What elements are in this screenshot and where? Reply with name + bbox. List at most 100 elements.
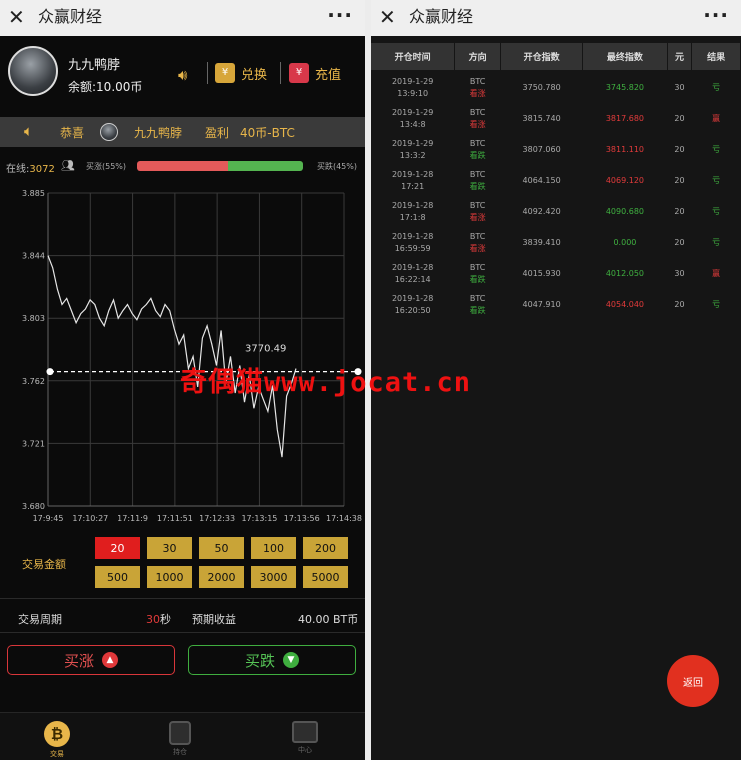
cell-amount: 20: [674, 144, 685, 154]
amount-option[interactable]: 3000: [251, 566, 296, 588]
y-tick-label: 3.885: [22, 189, 45, 198]
tab-positions-label: 持仓: [173, 748, 187, 756]
cell-result: 赢: [712, 113, 721, 123]
more-icon[interactable]: ···: [703, 3, 729, 27]
amount-option[interactable]: 1000: [147, 566, 192, 588]
buy-up-button[interactable]: 买涨 ▲: [7, 645, 175, 675]
cell-direction: BTC 看跌: [455, 289, 500, 320]
tab-center-label: 中心: [298, 746, 312, 754]
cell-asset: BTC: [469, 293, 486, 303]
price-line: [47, 255, 297, 458]
cell-amount: 30: [674, 268, 685, 278]
cell-result: 亏: [712, 175, 721, 185]
close-icon[interactable]: ✕: [8, 4, 25, 30]
x-tick-label: 17:10:27: [72, 514, 108, 523]
tab-trade[interactable]: ₿ 交易: [27, 721, 87, 759]
cell-asset: BTC: [469, 76, 486, 86]
cell-open-index: 3750.780: [522, 82, 561, 92]
speaker-icon[interactable]: 🔊︎: [178, 66, 198, 84]
buy-down-label: 买跌: [244, 651, 275, 670]
cell-open-time: 2019-1-28 16:20:50: [371, 289, 454, 320]
cell-open-time: 2019-1-29 13:9:10: [371, 72, 454, 103]
coins-icon: [169, 721, 191, 745]
bottom-tab-bar: ₿ 交易 持仓 中心: [0, 712, 365, 760]
notice-congrats: 恭喜: [60, 126, 85, 140]
cell-final-index: 4090.680: [605, 206, 644, 216]
amount-option[interactable]: 20: [95, 537, 140, 559]
wallet-icon: [292, 721, 318, 743]
amount-option[interactable]: 100: [251, 537, 296, 559]
close-icon[interactable]: ✕: [379, 4, 396, 30]
cell-direction: BTC 看涨: [455, 72, 500, 103]
amount-option[interactable]: 200: [303, 537, 348, 559]
cell-result: 亏: [712, 82, 721, 92]
recharge-label: 充值: [315, 67, 342, 83]
cell-asset: BTC: [469, 138, 486, 148]
amount-option[interactable]: 30: [147, 537, 192, 559]
table-row: 2019-1-29 13:3:2 BTC 看跌 3807.060 3811.110 20 亏: [371, 134, 741, 165]
amount-option[interactable]: 5000: [303, 566, 348, 588]
back-button[interactable]: 返回: [667, 655, 719, 707]
online-count: 在线:3072: [6, 160, 55, 175]
cell-result: 亏: [712, 206, 721, 216]
recharge-button[interactable]: 充值: [289, 60, 341, 86]
chevron-down-icon: ▼: [283, 652, 299, 668]
cell-open-index: 4047.910: [522, 299, 561, 309]
period-unit: 秒: [160, 613, 171, 626]
x-tick-label: 17:13:56: [284, 514, 320, 523]
cell-date: 2019-1-28: [391, 169, 434, 179]
header-final-index: 最终指数: [583, 43, 667, 70]
period-value: 30秒: [146, 611, 171, 627]
cell-direction: BTC 看涨: [455, 227, 500, 258]
cell-final-index: 3817.680: [605, 113, 644, 123]
cell-direction: BTC 看跌: [455, 165, 500, 196]
cell-amount: 20: [674, 206, 685, 216]
gift-icon: [289, 63, 309, 83]
current-price-marker: [46, 368, 54, 376]
watermark: 奇偶猫www.jocat.cn: [180, 360, 471, 399]
exchange-button[interactable]: 兑换: [215, 60, 267, 86]
cell-direction: BTC 看涨: [455, 196, 500, 227]
sentiment-down-fill: [228, 161, 303, 171]
cell-time: 13:4:8: [399, 119, 426, 129]
buy-up-percent: 买涨(55%): [86, 162, 127, 171]
cell-dir: 看跌: [469, 305, 486, 315]
cell-dir: 看跌: [469, 274, 486, 284]
cell-time: 17:21: [401, 181, 425, 191]
current-price-label: 3770.49: [245, 344, 286, 355]
cell-time: 13:3:2: [399, 150, 426, 160]
amount-option[interactable]: 500: [95, 566, 140, 588]
gift-icon: [215, 63, 235, 83]
divider: [207, 62, 208, 84]
cell-open-time: 2019-1-28 17:1:8: [371, 196, 454, 227]
buy-down-button[interactable]: 买跌 ▼: [188, 645, 356, 675]
x-tick-label: 17:14:38: [326, 514, 362, 523]
cell-dir: 看涨: [469, 88, 486, 98]
more-icon[interactable]: ···: [327, 3, 353, 27]
y-tick-label: 3.762: [22, 377, 45, 386]
table-row: 2019-1-28 17:1:8 BTC 看涨 4092.420 4090.680 20 亏: [371, 196, 741, 227]
table-row: 2019-1-28 17:21 BTC 看跌 4064.150 4069.120 20 亏: [371, 165, 741, 196]
cell-open-index: 4015.930: [522, 268, 561, 278]
profit-notice: 🔈︎ 恭喜 九九鸭脖 盈利 40币-BTC: [0, 117, 365, 147]
amount-option[interactable]: 50: [199, 537, 244, 559]
tab-center[interactable]: 中心: [275, 721, 335, 755]
online-label: 在线:: [6, 164, 30, 175]
amount-option[interactable]: 2000: [199, 566, 244, 588]
cell-date: 2019-1-28: [391, 231, 434, 241]
table-row: 2019-1-28 16:22:14 BTC 看跌 4015.930 4012.050 30…: [371, 258, 741, 289]
sentiment-bar: [137, 161, 303, 171]
watermark-cn: 奇偶猫: [180, 367, 264, 398]
cell-result: 亏: [712, 144, 721, 154]
tab-positions[interactable]: 持仓: [150, 721, 210, 757]
cell-final-index: 4054.040: [605, 299, 644, 309]
cell-open-time: 2019-1-28 16:22:14: [371, 258, 454, 289]
bitcoin-icon: ₿: [44, 721, 70, 747]
avatar[interactable]: [8, 46, 58, 96]
app-title: 众赢财经: [38, 7, 103, 26]
x-tick-label: 17:9:45: [33, 514, 64, 523]
watermark-url: www.jocat.cn: [264, 367, 472, 398]
cell-direction: BTC 看跌: [455, 134, 500, 165]
buy-up-label: 买涨: [63, 651, 94, 670]
price-chart: 3.885 3.844 3.803 3.762 3.721 3.680 17:9:45 17:…: [22, 189, 362, 523]
